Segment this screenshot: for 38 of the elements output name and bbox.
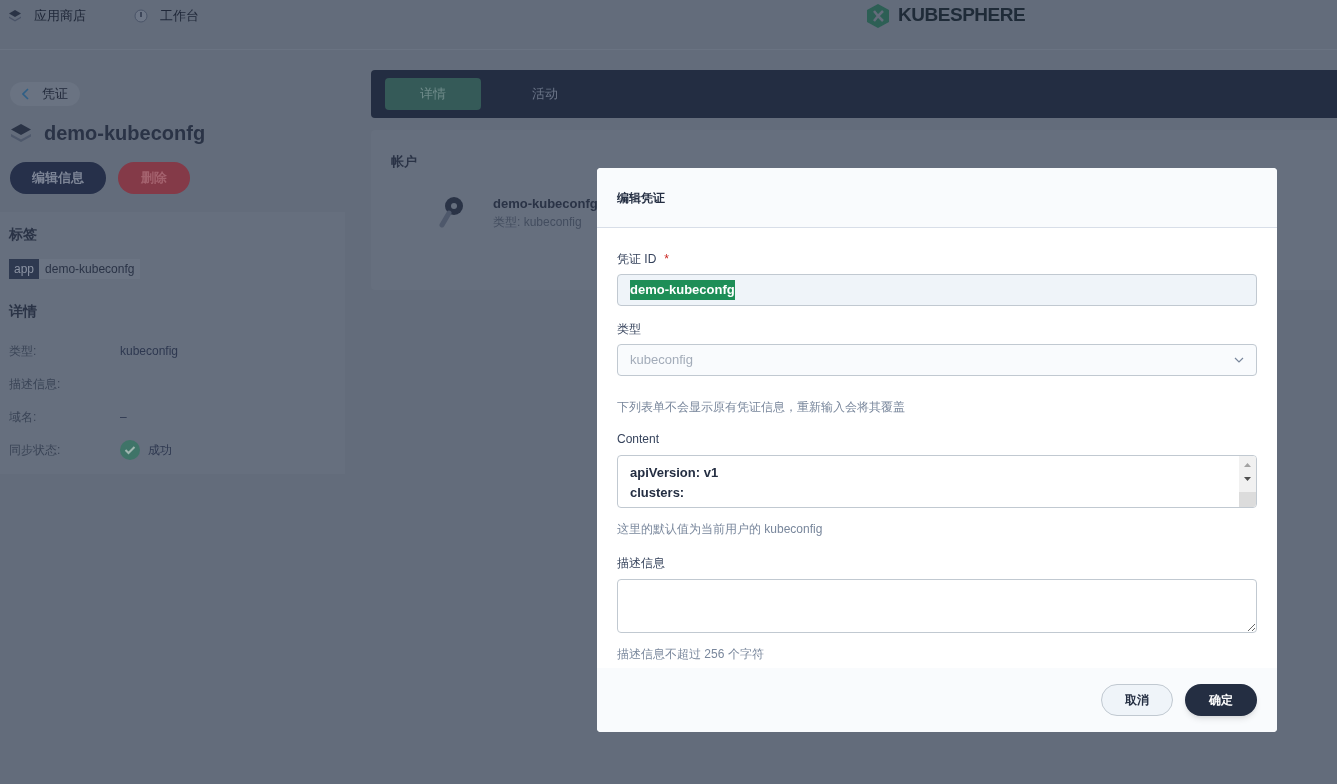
key-icon <box>439 195 465 230</box>
edit-button[interactable]: 编辑信息 <box>10 162 106 194</box>
detail-value: kubeconfig <box>120 342 179 360</box>
chevron-left-icon <box>22 88 30 100</box>
required-mark: * <box>664 251 669 268</box>
check-circle-icon <box>120 439 140 460</box>
field-label: 凭证 ID <box>617 251 657 268</box>
code-line: apiVersion: v1 <box>630 464 719 482</box>
section-heading: 详情 <box>9 302 38 321</box>
field-label: 类型 <box>617 321 642 338</box>
nav-item[interactable]: 工作台 <box>134 5 199 26</box>
account-name: demo-kubeconfg <box>493 194 598 213</box>
detail-value: – <box>120 408 127 426</box>
app-logo[interactable]: KUBESPHERE <box>866 1 1026 30</box>
id-input[interactable]: demo-kubeconfg <box>617 274 1257 306</box>
field-label: 描述信息 <box>617 555 666 572</box>
section-heading: 帐户 <box>391 153 418 171</box>
description-textarea[interactable] <box>617 579 1257 633</box>
layers-icon <box>10 122 32 144</box>
dialog-title: 编辑凭证 <box>617 189 665 207</box>
cancel-button[interactable]: 取消 <box>1101 684 1173 716</box>
field-label: Content <box>617 431 661 448</box>
content-textarea[interactable]: apiVersion: v1 clusters: <box>617 455 1257 508</box>
credential-title: demo-kubeconfg <box>44 121 206 146</box>
back-button[interactable]: 凭证 <box>10 82 80 106</box>
chevron-down-icon <box>1234 357 1244 363</box>
section-heading: 标签 <box>9 225 38 244</box>
notice-text: 下列表单不会显示原有凭证信息，重新输入会将其覆盖 <box>617 399 906 416</box>
confirm-button[interactable]: 确定 <box>1185 684 1257 716</box>
scrollbar-icon <box>1239 456 1256 507</box>
gauge-icon <box>134 8 148 23</box>
hint-text: 描述信息不超过 256 个字符 <box>617 646 765 663</box>
label-tag: app demo-kubeconfg <box>9 259 141 279</box>
tab[interactable]: 活动 <box>497 78 593 110</box>
hint-text: 这里的默认值为当前用户的 kubeconfig <box>617 521 824 538</box>
nav-item[interactable]: 应用商店 <box>8 5 86 26</box>
layers-icon <box>8 8 22 23</box>
code-line: clusters: <box>630 484 685 502</box>
